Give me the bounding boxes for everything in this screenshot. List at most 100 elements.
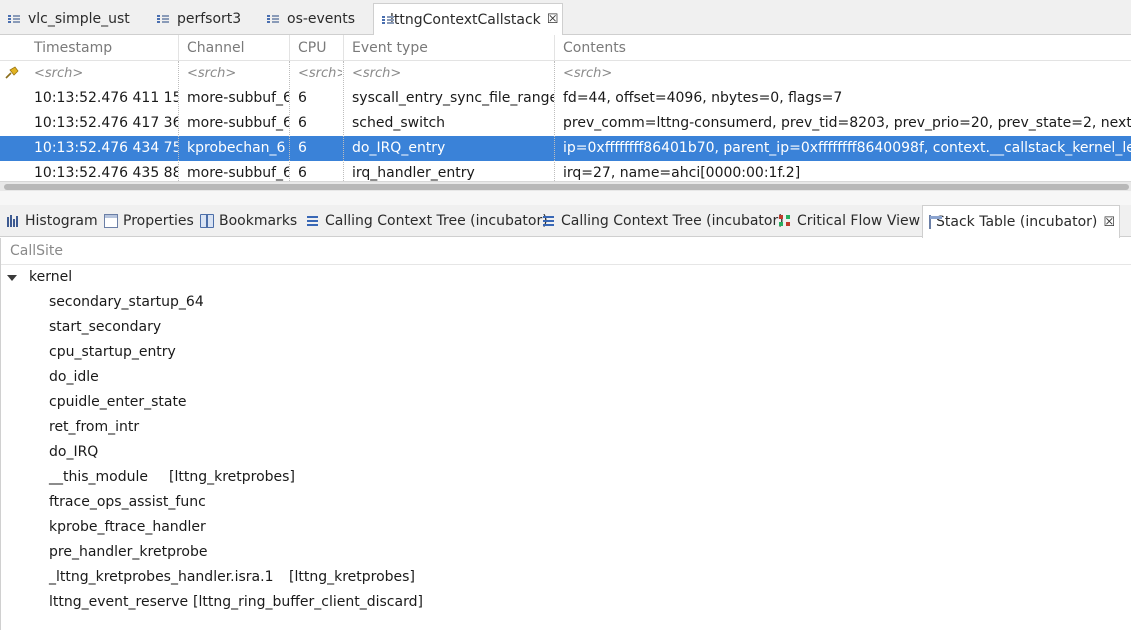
tree-item[interactable]: pre_handler_kretprobe (49, 540, 207, 565)
chevron-down-icon[interactable] (7, 275, 17, 281)
tab-vlc-simple-ust[interactable]: vlc_simple_ust (0, 3, 138, 34)
tab-label: Stack Table (incubator) (936, 214, 1098, 230)
tab-histogram[interactable]: Histogram (0, 205, 104, 237)
search-channel-input[interactable]: <srch> (179, 61, 289, 86)
search-cpu-input[interactable]: <srch> (290, 61, 342, 86)
search-timestamp-input[interactable]: <srch> (26, 61, 178, 86)
callsite-name: do_idle (49, 369, 99, 385)
cell-channel: more-subbuf_6 (187, 115, 289, 131)
table-row[interactable]: 10:13:52.476 417 367 more-subbuf_6 6 sch… (0, 111, 1131, 136)
callsite-name: kprobe_ftrace_handler (49, 519, 206, 535)
tab-calling-context-tree-2[interactable]: Calling Context Tree (incubator) (536, 205, 790, 237)
table-row[interactable]: 10:13:52.476 411 153 more-subbuf_6 6 sys… (0, 86, 1131, 111)
search-event-type-input[interactable]: <srch> (344, 61, 554, 86)
tab-label: perfsort3 (177, 10, 242, 27)
cell-timestamp: 10:13:52.476 417 367 (34, 115, 178, 131)
callsite-name: do_IRQ (49, 444, 99, 460)
trace-list-icon (267, 13, 279, 25)
tree-item[interactable]: __this_module [lttng_kretprobes] (49, 465, 349, 490)
column-header-channel[interactable]: Channel (179, 35, 289, 61)
search-filter-icon[interactable] (4, 66, 20, 80)
tree-icon (542, 214, 556, 228)
tree-item[interactable]: secondary_startup_64 (49, 290, 204, 315)
table-row-selected[interactable]: 10:13:52.476 434 758 kprobechan_6 6 do_I… (0, 136, 1131, 161)
close-icon[interactable]: ☒ (547, 12, 559, 27)
column-header-callsite[interactable]: CallSite (0, 238, 1131, 265)
editor-tab-bar: vlc_simple_ust perfsort3 os-events lttng… (0, 0, 1131, 35)
tab-os-events[interactable]: os-events (259, 3, 363, 34)
tab-label: lttngContextCallstack (390, 11, 541, 28)
callsite-name: start_secondary (49, 319, 162, 335)
callsite-name: cpu_startup_entry (49, 344, 176, 360)
trace-list-icon (8, 13, 20, 25)
tab-perfsort3[interactable]: perfsort3 (149, 3, 249, 34)
cell-contents: ip=0xffffffff86401b70, parent_ip=0xfffff… (563, 140, 1131, 156)
callsite-name: lttng_event_reserve (49, 594, 189, 610)
callsite-name: ret_from_intr (49, 419, 140, 435)
events-table-header: Timestamp Channel CPU Event type Content… (0, 35, 1131, 61)
cell-cpu: 6 (298, 115, 307, 131)
tab-critical-flow-view[interactable]: Critical Flow View (772, 205, 926, 237)
tab-calling-context-tree-1[interactable]: Calling Context Tree (incubator) (300, 205, 554, 237)
callsite-name: _lttng_kretprobes_handler.isra.1 (49, 569, 274, 585)
callsite-module: [lttng_kretprobes] (289, 569, 415, 585)
tab-label: Histogram (25, 213, 98, 229)
cell-contents: prev_comm=lttng-consumerd, prev_tid=8203… (563, 115, 1131, 131)
search-row: <srch> <srch> <srch> <srch> <srch> (0, 61, 1131, 86)
cell-event-type: do_IRQ_entry (352, 140, 446, 156)
callsite-name: __this_module (49, 469, 149, 485)
trace-list-icon (157, 13, 169, 25)
view-tab-bar: Histogram Properties Bookmarks Calling C… (0, 205, 1131, 238)
tree-item[interactable]: do_idle (49, 365, 99, 390)
properties-icon (104, 214, 118, 228)
tree-item[interactable]: start_secondary (49, 315, 161, 340)
tab-label: os-events (287, 10, 356, 27)
tab-properties[interactable]: Properties (98, 205, 200, 237)
callsite-module: [lttng_kretprobes] (169, 469, 295, 485)
tree-item[interactable]: cpu_startup_entry (49, 340, 176, 365)
close-icon[interactable]: ☒ (1103, 215, 1115, 230)
cell-channel: kprobechan_6 (187, 140, 286, 156)
events-table: Timestamp Channel CPU Event type Content… (0, 35, 1131, 185)
view-splitter[interactable] (0, 191, 1131, 205)
tab-label: Calling Context Tree (incubator) (561, 213, 784, 229)
bookmarks-icon (200, 214, 214, 228)
tree-root-kernel[interactable]: kernel (0, 265, 400, 290)
scrollbar-thumb[interactable] (4, 184, 1129, 190)
column-header-cpu[interactable]: CPU (290, 35, 342, 61)
tab-label: Bookmarks (219, 213, 298, 229)
tab-label: Properties (123, 213, 194, 229)
tab-label: Calling Context Tree (incubator) (325, 213, 548, 229)
cell-timestamp: 10:13:52.476 411 153 (34, 90, 178, 106)
tab-label: vlc_simple_ust (28, 10, 130, 27)
histogram-icon (6, 214, 20, 228)
tree-item[interactable]: ftrace_ops_assist_func (49, 490, 206, 515)
cell-event-type: syscall_entry_sync_file_range (352, 90, 554, 106)
cell-cpu: 6 (298, 140, 307, 156)
events-horizontal-scrollbar[interactable] (0, 181, 1131, 191)
tree-icon (306, 214, 320, 228)
column-header-event-type[interactable]: Event type (344, 35, 554, 61)
tab-lttng-context-callstack[interactable]: lttngContextCallstack ☒ (373, 3, 563, 35)
critical-flow-icon (778, 214, 792, 228)
callsite-name: cpuidle_enter_state (49, 394, 187, 410)
tree-item[interactable]: ret_from_intr (49, 415, 139, 440)
cell-contents: fd=44, offset=4096, nbytes=0, flags=7 (563, 90, 843, 106)
stack-table-icon (929, 215, 942, 229)
tree-item-label: kernel (29, 269, 73, 285)
column-header-timestamp[interactable]: Timestamp (26, 35, 178, 61)
tab-stack-table[interactable]: Stack Table (incubator) ☒ (922, 205, 1120, 238)
tree-item[interactable]: lttng_event_reserve [lttng_ring_buffer_c… (49, 590, 469, 615)
column-header-contents[interactable]: Contents (555, 35, 1131, 61)
tree-item[interactable]: cpuidle_enter_state (49, 390, 187, 415)
tree-item[interactable]: _lttng_kretprobes_handler.isra.1 [lttng_… (49, 565, 469, 590)
cell-cpu: 6 (298, 90, 307, 106)
tree-item[interactable]: kprobe_ftrace_handler (49, 515, 206, 540)
callsite-name: ftrace_ops_assist_func (49, 494, 206, 510)
tree-item[interactable]: do_IRQ (49, 440, 98, 465)
cell-channel: more-subbuf_6 (187, 90, 289, 106)
search-contents-input[interactable]: <srch> (555, 61, 1131, 86)
tab-bookmarks[interactable]: Bookmarks (194, 205, 303, 237)
tab-label: Critical Flow View (797, 213, 921, 229)
callsite-name: pre_handler_kretprobe (49, 544, 208, 560)
